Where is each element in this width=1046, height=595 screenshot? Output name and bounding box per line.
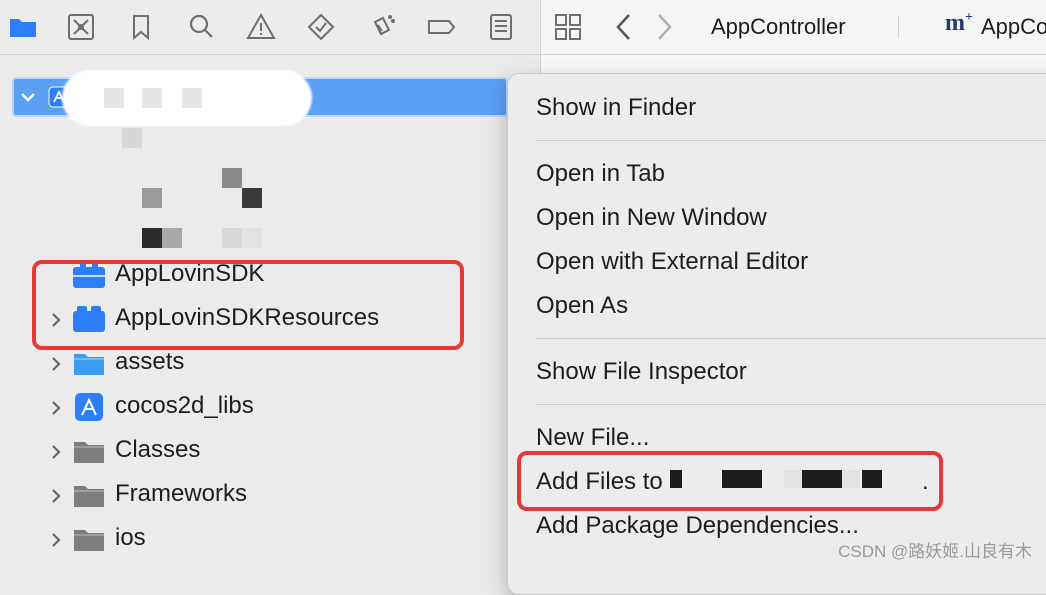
back-arrow-icon[interactable] bbox=[613, 12, 635, 42]
chevron-right-icon[interactable] bbox=[48, 442, 64, 462]
redaction-pixel bbox=[222, 168, 242, 188]
menu-item-new-file[interactable]: New File... bbox=[536, 424, 649, 452]
report-icon[interactable] bbox=[486, 12, 516, 42]
context-menu: Show in Finder Open in Tab Open in New W… bbox=[507, 73, 1046, 595]
redaction-pixel bbox=[182, 88, 202, 108]
tab-divider bbox=[898, 16, 899, 38]
tree-item-assets[interactable]: assets bbox=[0, 344, 500, 384]
redaction-pixel bbox=[142, 88, 162, 108]
folder-icon bbox=[72, 480, 106, 510]
chevron-right-icon[interactable] bbox=[48, 354, 64, 374]
project-navigator: AppLovinSDK AppLovinSDKResources assets … bbox=[0, 0, 540, 570]
editor-tab-bar: AppController m+ AppCo bbox=[541, 0, 1046, 55]
menu-separator bbox=[536, 140, 1046, 141]
chevron-right-icon[interactable] bbox=[48, 398, 64, 418]
tab-appcontroller-mm[interactable]: AppCo bbox=[981, 14, 1046, 40]
tree-item-label: ios bbox=[115, 524, 146, 551]
warning-icon[interactable] bbox=[246, 12, 276, 42]
folder-icon bbox=[72, 524, 106, 554]
folder-icon bbox=[72, 348, 106, 378]
tree-item-frameworks[interactable]: Frameworks bbox=[0, 476, 500, 516]
tree-item-label: Classes bbox=[115, 436, 201, 463]
highlight-box-applovin bbox=[32, 260, 464, 350]
test-icon[interactable] bbox=[306, 12, 336, 42]
menu-item-show-in-finder[interactable]: Show in Finder bbox=[536, 94, 696, 122]
tree-item-ios[interactable]: ios bbox=[0, 520, 500, 560]
xcodeproj-icon bbox=[72, 392, 106, 422]
tree-item-label: cocos2d_libs bbox=[115, 392, 254, 419]
chevron-right-icon[interactable] bbox=[48, 486, 64, 506]
grid-icon[interactable] bbox=[553, 12, 583, 42]
chevron-down-icon[interactable] bbox=[18, 87, 38, 107]
redaction-pixel bbox=[242, 228, 262, 248]
redaction-pixel bbox=[142, 188, 162, 208]
redaction-pixel bbox=[122, 128, 142, 148]
redaction-pixel bbox=[242, 188, 262, 208]
menu-item-open-in-tab[interactable]: Open in Tab bbox=[536, 160, 665, 188]
navigator-toolbar bbox=[0, 0, 540, 55]
bookmark-icon[interactable] bbox=[126, 12, 156, 42]
tree-item-classes[interactable]: Classes bbox=[0, 432, 500, 472]
breakpoint-icon[interactable] bbox=[426, 12, 456, 42]
source-control-icon[interactable] bbox=[66, 12, 96, 42]
menu-item-open-in-new-window[interactable]: Open in New Window bbox=[536, 204, 767, 232]
highlight-box-add-files bbox=[517, 451, 943, 511]
objc-file-icon: m+ bbox=[945, 10, 973, 37]
folder-icon[interactable] bbox=[8, 12, 38, 42]
objc-file-icon-letter: m bbox=[945, 10, 965, 36]
redaction-pixel bbox=[142, 228, 162, 248]
redaction-pixel bbox=[162, 228, 182, 248]
chevron-right-icon[interactable] bbox=[48, 530, 64, 550]
redaction-pixel bbox=[104, 88, 124, 108]
menu-item-open-as[interactable]: Open As bbox=[536, 292, 628, 320]
redaction-pixel bbox=[222, 228, 242, 248]
menu-item-open-with-external-editor[interactable]: Open with External Editor bbox=[536, 248, 808, 276]
tab-appcontroller-h[interactable]: AppController bbox=[711, 14, 846, 40]
search-icon[interactable] bbox=[186, 12, 216, 42]
tree-item-cocos2d-libs[interactable]: cocos2d_libs bbox=[0, 388, 500, 428]
menu-separator bbox=[536, 404, 1046, 405]
menu-item-add-package-dependencies[interactable]: Add Package Dependencies... bbox=[536, 512, 859, 540]
watermark: CSDN @路妖姬.山良有木 bbox=[838, 542, 1032, 561]
debug-icon[interactable] bbox=[366, 12, 396, 42]
tree-item-label: assets bbox=[115, 348, 185, 375]
folder-icon bbox=[72, 436, 106, 466]
menu-item-show-file-inspector[interactable]: Show File Inspector bbox=[536, 358, 747, 386]
objc-file-icon-plus: + bbox=[965, 10, 973, 25]
menu-separator bbox=[536, 338, 1046, 339]
forward-arrow-icon[interactable] bbox=[653, 12, 675, 42]
tree-item-label: Frameworks bbox=[115, 480, 248, 507]
